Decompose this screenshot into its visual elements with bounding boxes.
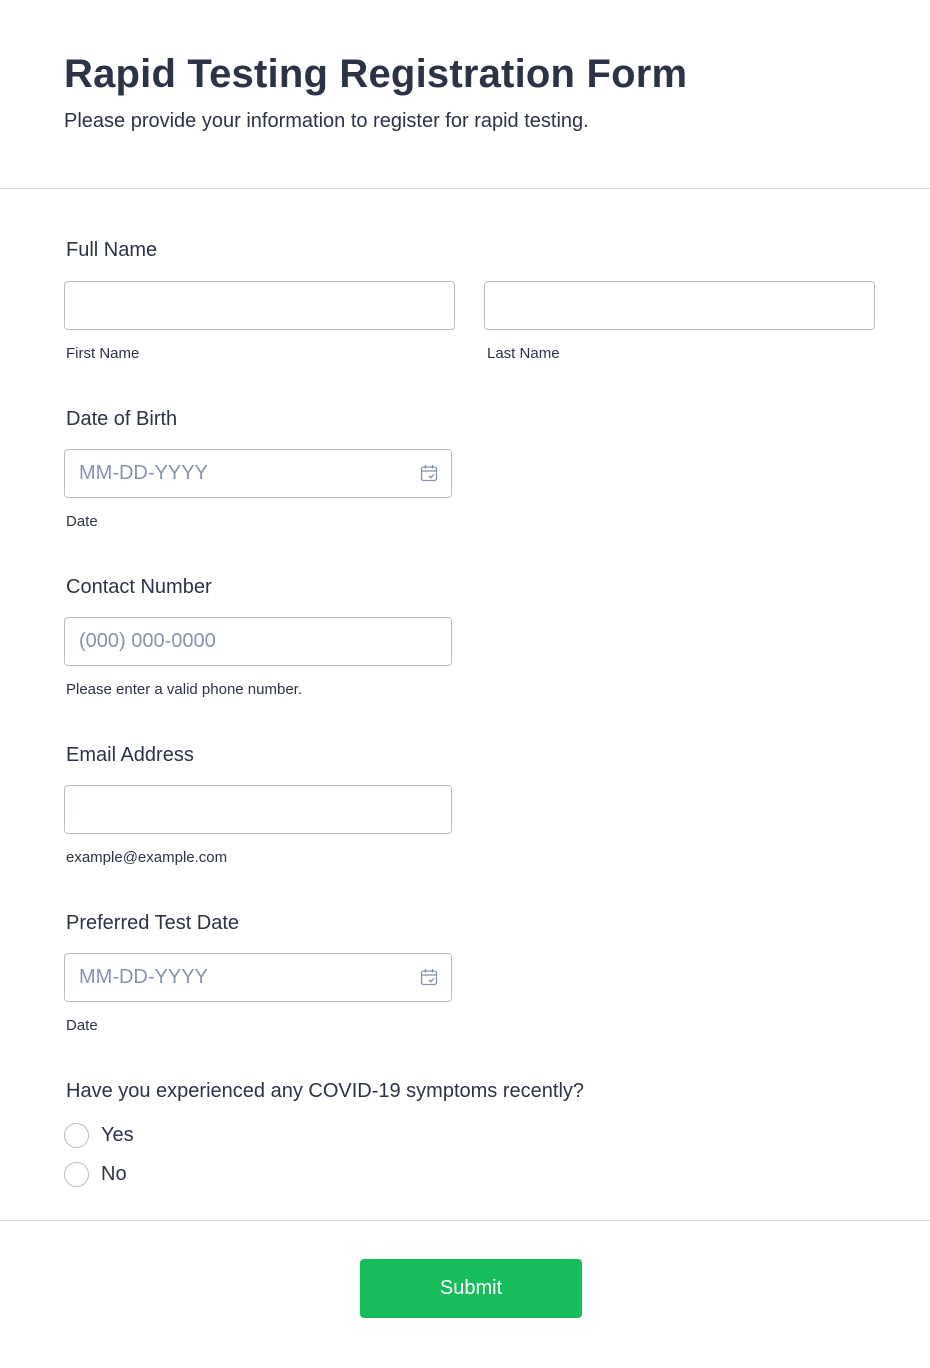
calendar-icon[interactable] [420,464,438,482]
form-title: Rapid Testing Registration Form [64,52,688,96]
test-date-field [64,953,452,1002]
full-name-label: Full Name [66,239,158,261]
test-date-input[interactable] [64,953,452,1002]
submit-button[interactable]: Submit [360,1259,582,1318]
symptoms-label: Have you experienced any COVID-19 sympto… [66,1080,585,1102]
calendar-icon[interactable] [420,968,438,986]
email-sublabel: example@example.com [66,849,228,866]
radio-button[interactable] [64,1161,89,1187]
radio-option-no[interactable]: No [64,1161,127,1187]
phone-input[interactable] [64,617,452,666]
dob-label: Date of Birth [66,408,178,430]
dob-input[interactable] [64,449,452,498]
dob-field [64,449,452,498]
test-date-sublabel: Date [66,1017,98,1034]
radio-button[interactable] [64,1122,89,1148]
first-name-sublabel: First Name [66,345,140,362]
email-input[interactable] [64,785,452,834]
last-name-sublabel: Last Name [487,345,560,362]
radio-label-yes: Yes [101,1123,134,1146]
radio-option-yes[interactable]: Yes [64,1122,134,1148]
radio-label-no: No [101,1162,127,1185]
email-label: Email Address [66,744,194,766]
dob-sublabel: Date [66,513,98,530]
contact-label: Contact Number [66,576,212,598]
form-header: Rapid Testing Registration Form Please p… [0,0,930,189]
phone-sublabel: Please enter a valid phone number. [66,681,302,698]
form-subtitle: Please provide your information to regis… [64,110,589,132]
footer-divider [0,1220,930,1221]
last-name-input[interactable] [484,281,875,330]
test-date-label: Preferred Test Date [66,912,240,934]
first-name-input[interactable] [64,281,455,330]
